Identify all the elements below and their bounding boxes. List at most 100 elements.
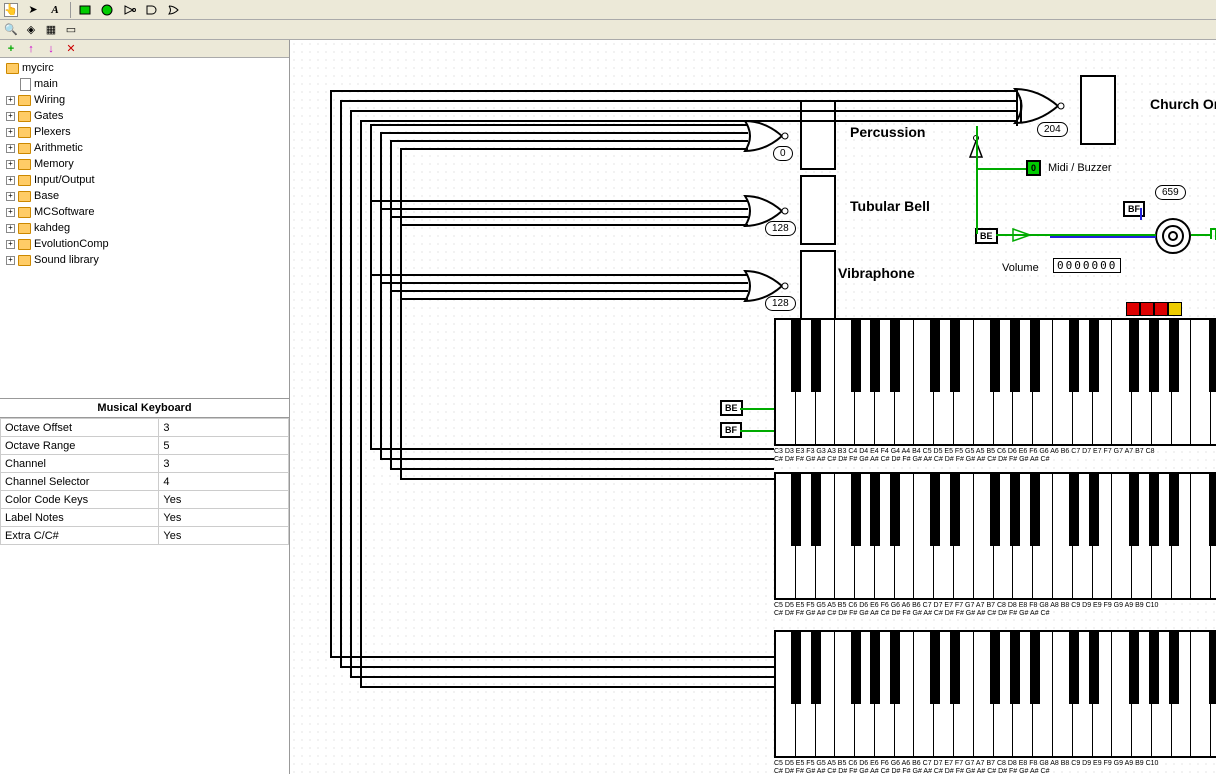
or-gate-4[interactable] [1010,86,1066,126]
project-tree[interactable]: mycirc main +Wiring+Gates+Plexers+Arithm… [0,58,289,398]
black-key[interactable] [1129,474,1139,546]
subcircuit-vibraphone[interactable] [800,250,836,320]
tree-root[interactable]: mycirc [2,60,287,76]
black-key[interactable] [791,320,801,392]
black-key[interactable] [1069,632,1079,704]
black-key[interactable] [950,474,960,546]
black-key[interactable] [851,320,861,392]
black-key[interactable] [990,632,1000,704]
subcircuit-tubular[interactable] [800,175,836,245]
tree-main[interactable]: main [2,76,287,92]
black-key[interactable] [990,320,1000,392]
black-key[interactable] [930,474,940,546]
expander-icon[interactable]: + [6,208,15,217]
black-key[interactable] [851,632,861,704]
property-value[interactable]: Yes [159,509,289,527]
black-key[interactable] [930,632,940,704]
down-icon[interactable]: ↓ [44,42,58,56]
tree-folder[interactable]: +Gates [2,108,287,124]
or-gate-icon[interactable] [167,3,181,17]
property-value[interactable]: 3 [159,419,289,437]
text-tool-icon[interactable]: A [48,3,62,17]
black-key[interactable] [791,632,801,704]
black-key[interactable] [811,632,821,704]
property-row[interactable]: Octave Offset3 [1,419,289,437]
page-icon[interactable]: ▭ [64,23,78,37]
zoom-tool-icon[interactable]: ◈ [24,23,38,37]
black-key[interactable] [1030,474,1040,546]
black-key[interactable] [1030,632,1040,704]
black-key[interactable] [1169,320,1179,392]
poke-tool-icon[interactable]: 👆 [4,3,18,17]
black-key[interactable] [870,632,880,704]
black-key[interactable] [870,320,880,392]
pin-be2[interactable]: BE [975,228,998,244]
tree-folder[interactable]: +MCSoftware [2,204,287,220]
black-key[interactable] [1089,474,1099,546]
expander-icon[interactable]: + [6,240,15,249]
black-key[interactable] [811,474,821,546]
expander-icon[interactable]: + [6,256,15,265]
keyboard-3[interactable] [774,630,1216,758]
property-value[interactable]: Yes [159,527,289,545]
black-key[interactable] [870,474,880,546]
property-row[interactable]: Channel Selector4 [1,473,289,491]
subcircuit-organ[interactable] [1080,75,1116,145]
pin-bf1[interactable]: BF [720,422,742,438]
black-key[interactable] [1149,632,1159,704]
black-key[interactable] [1089,632,1099,704]
pin-output-icon[interactable] [101,3,115,17]
keyboard-2[interactable] [774,472,1216,600]
and-gate-icon[interactable] [145,3,159,17]
property-value[interactable]: 4 [159,473,289,491]
black-key[interactable] [950,632,960,704]
black-key[interactable] [1169,474,1179,546]
black-key[interactable] [811,320,821,392]
tree-folder[interactable]: +Wiring [2,92,287,108]
black-key[interactable] [851,474,861,546]
property-row[interactable]: Extra C/C#Yes [1,527,289,545]
expander-icon[interactable]: + [6,112,15,121]
black-key[interactable] [1030,320,1040,392]
black-key[interactable] [1089,320,1099,392]
black-key[interactable] [890,474,900,546]
property-value[interactable]: 5 [159,437,289,455]
black-key[interactable] [1149,474,1159,546]
expander-icon[interactable]: + [6,144,15,153]
black-key[interactable] [1069,474,1079,546]
property-row[interactable]: Channel3 [1,455,289,473]
expander-icon[interactable]: + [6,96,15,105]
property-row[interactable]: Label NotesYes [1,509,289,527]
zoom-in-icon[interactable]: 🔍 [4,23,18,37]
black-key[interactable] [1010,474,1020,546]
up-icon[interactable]: ↑ [24,42,38,56]
select-tool-icon[interactable]: ➤ [26,3,40,17]
expander-icon[interactable]: + [6,160,15,169]
black-key[interactable] [1129,320,1139,392]
tree-folder[interactable]: +kahdeg [2,220,287,236]
delete-icon[interactable]: ✕ [64,42,78,56]
expander-icon[interactable]: + [6,224,15,233]
tree-folder[interactable]: +Plexers [2,124,287,140]
black-key[interactable] [890,632,900,704]
black-key[interactable] [890,320,900,392]
expander-icon[interactable]: + [6,192,15,201]
black-key[interactable] [1149,320,1159,392]
add-icon[interactable]: + [4,42,18,56]
black-key[interactable] [1010,632,1020,704]
tree-folder[interactable]: +Sound library [2,252,287,268]
tree-folder[interactable]: +EvolutionComp [2,236,287,252]
black-key[interactable] [990,474,1000,546]
property-row[interactable]: Color Code KeysYes [1,491,289,509]
tree-folder[interactable]: +Base [2,188,287,204]
pin-input-icon[interactable] [79,3,93,17]
black-key[interactable] [1010,320,1020,392]
black-key[interactable] [950,320,960,392]
keyboard-1[interactable] [774,318,1216,446]
not-gate-icon[interactable] [123,3,137,17]
tree-folder[interactable]: +Input/Output [2,172,287,188]
black-key[interactable] [930,320,940,392]
tree-folder[interactable]: +Arithmetic [2,140,287,156]
black-key[interactable] [1069,320,1079,392]
black-key[interactable] [1209,632,1216,704]
